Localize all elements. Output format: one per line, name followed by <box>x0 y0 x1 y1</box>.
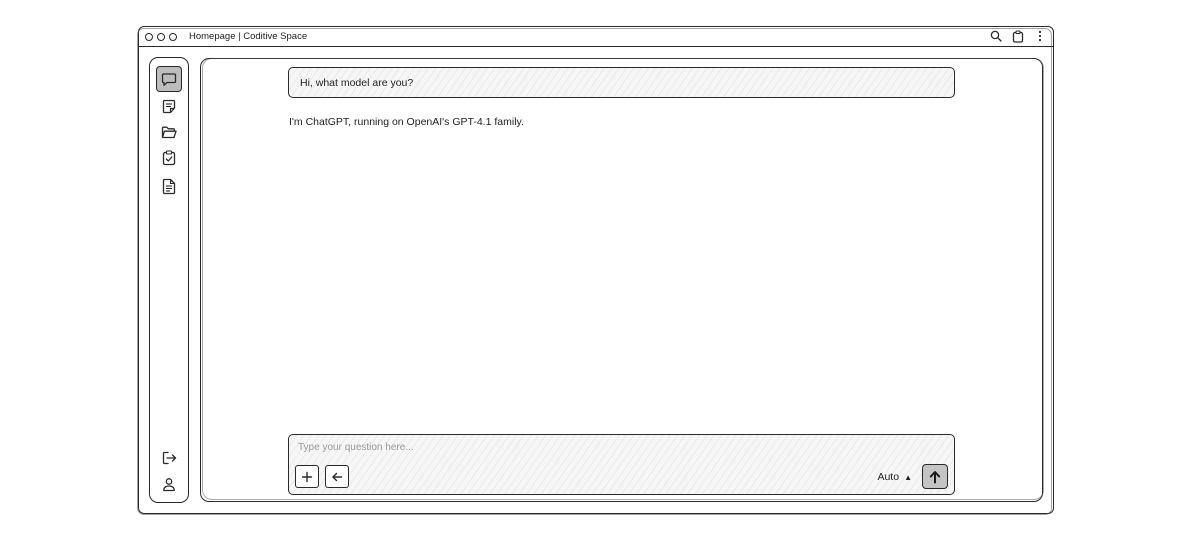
plus-icon <box>301 471 313 483</box>
title-bar: Homepage | Coditive Space <box>139 27 1053 47</box>
assistant-message-text: I'm ChatGPT, running on OpenAI's GPT-4.1… <box>289 116 524 128</box>
sidebar-item-folder[interactable] <box>157 120 181 144</box>
folder-icon <box>161 126 177 139</box>
sidebar-item-chat[interactable] <box>156 66 182 92</box>
user-message-text: Hi, what model are you? <box>300 76 414 89</box>
clipboard-icon[interactable] <box>1011 29 1025 43</box>
chat-panel: Hi, what model are you? I'm ChatGPT, run… <box>200 58 1044 502</box>
caret-up-icon: ▲ <box>904 472 912 482</box>
model-selector[interactable]: Auto ▲ <box>877 471 912 483</box>
user-message-bubble: Hi, what model are you? <box>288 67 955 98</box>
question-input[interactable] <box>298 442 858 453</box>
minimize-window-dot[interactable] <box>157 32 165 41</box>
add-attachment-button[interactable] <box>295 465 319 488</box>
user-icon <box>162 477 176 492</box>
sidebar <box>149 57 189 503</box>
search-icon[interactable] <box>989 29 1003 43</box>
window-controls <box>145 32 177 41</box>
window-title: Homepage | Coditive Space <box>189 31 308 42</box>
close-window-dot[interactable] <box>145 32 153 41</box>
sidebar-item-profile[interactable] <box>157 472 181 496</box>
sidebar-item-documents[interactable] <box>157 174 181 198</box>
sidebar-item-logout[interactable] <box>157 446 181 470</box>
sidebar-item-tasks[interactable] <box>157 146 181 170</box>
logout-icon <box>162 451 177 465</box>
maximize-window-dot[interactable] <box>169 32 177 41</box>
model-selector-label: Auto <box>877 471 900 483</box>
sidebar-item-notes[interactable] <box>157 94 181 118</box>
document-icon <box>162 178 176 195</box>
arrow-up-icon <box>928 470 942 484</box>
message-composer: Auto ▲ <box>288 434 955 495</box>
arrow-left-icon <box>331 471 343 483</box>
send-button[interactable] <box>922 464 948 489</box>
title-actions <box>989 29 1047 43</box>
chat-icon <box>161 72 177 87</box>
app-window: Homepage | Coditive Space Hi, what model… <box>137 26 1054 515</box>
more-options-icon[interactable] <box>1033 29 1047 43</box>
back-button[interactable] <box>325 465 349 488</box>
clipboard-check-icon <box>162 150 176 166</box>
notes-icon <box>162 99 176 114</box>
